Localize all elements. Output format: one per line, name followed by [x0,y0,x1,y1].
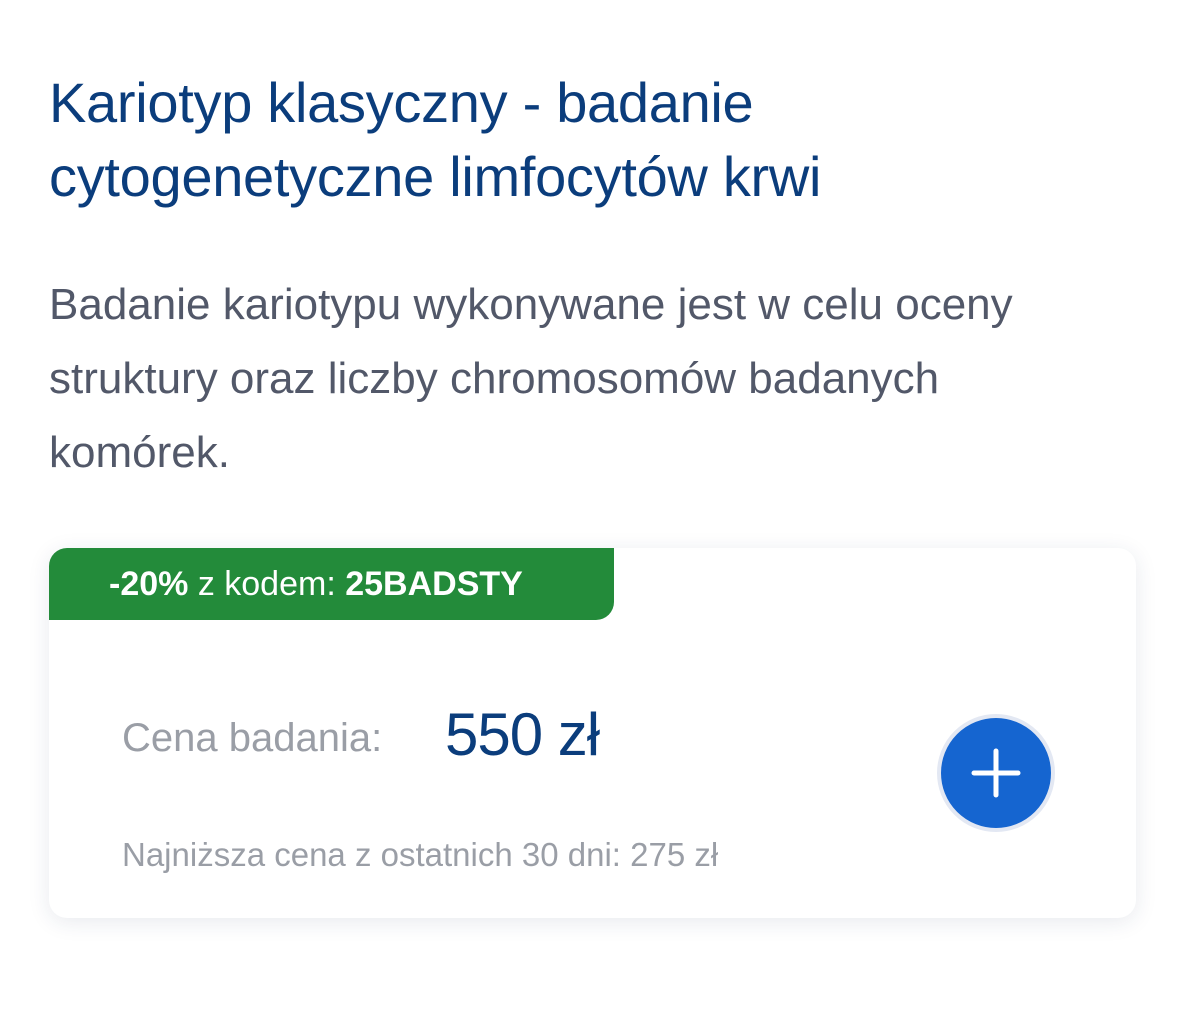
price-value: 550 zł [445,701,600,768]
promo-badge: -20% z kodem: 25BADSTY [49,548,614,620]
plus-icon [971,748,1021,798]
page-title: Kariotyp klasyczny - badanie cytogenetyc… [49,71,822,208]
promo-code: 25BADSTY [345,565,523,603]
price-label: Cena badania: [122,716,383,760]
add-to-cart-button[interactable] [937,714,1055,832]
page: Kariotyp klasyczny - badanie cytogenetyc… [0,0,1185,1024]
product-description: Badanie kariotypu wykonywane jest w celu… [49,280,1013,477]
lowest-price-note: Najniższa cena z ostatnich 30 dni: 275 z… [122,836,719,873]
breadcrumb-cut-off [49,0,1139,8]
price-card: -20% z kodem: 25BADSTY Cena badania: 550… [49,548,1136,918]
promo-code-label: z kodem: [188,565,346,603]
promo-discount: -20% [109,565,189,603]
